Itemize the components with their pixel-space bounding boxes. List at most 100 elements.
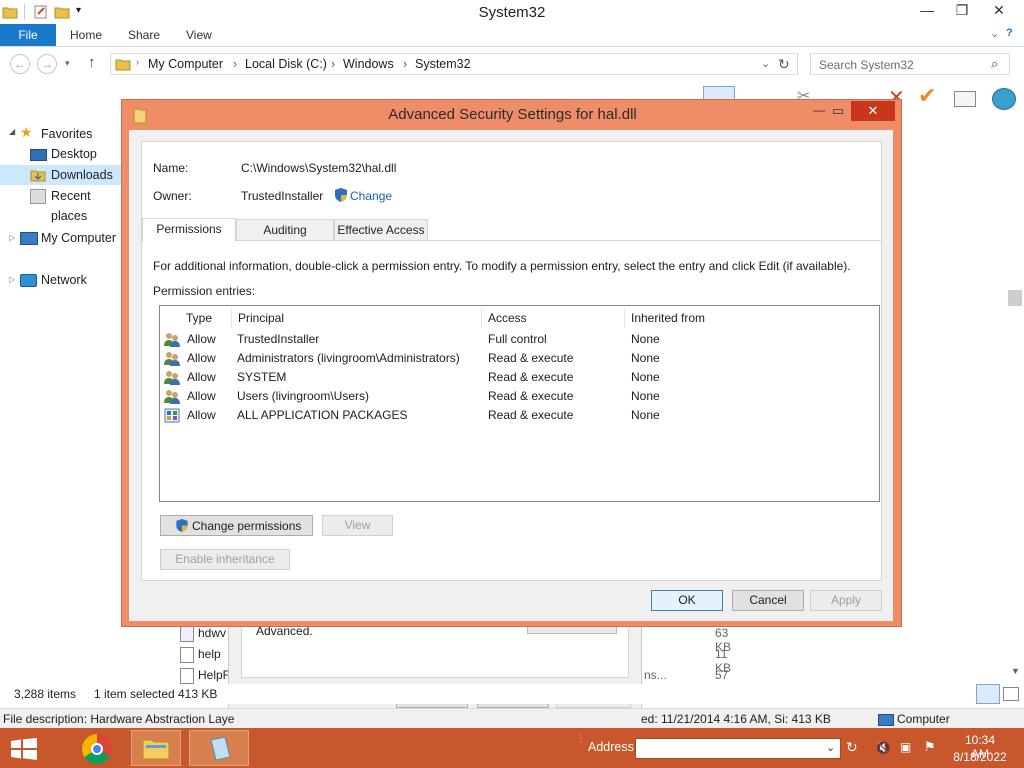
scrollbar-thumb[interactable]	[1008, 290, 1022, 306]
minimize-button[interactable]: —	[910, 0, 944, 22]
nav-downloads-label: Downloads	[51, 168, 113, 182]
row-type: Allow	[187, 332, 216, 346]
dialog-maximize-button[interactable]: ▭	[824, 100, 852, 122]
security-panel: Name: C:\Windows\System32\hal.dll Owner:…	[141, 141, 882, 581]
ok-button[interactable]: OK	[651, 590, 723, 611]
row-principal: ALL APPLICATION PACKAGES	[237, 408, 408, 422]
checkmark-icon[interactable]: ✔	[918, 83, 936, 109]
address-dropdown-icon[interactable]: ⌄	[761, 57, 770, 70]
cancel-button[interactable]: Cancel	[732, 590, 804, 611]
properties-panel: Advanced.	[241, 624, 629, 678]
users-icon	[164, 352, 180, 366]
tab-permissions[interactable]: Permissions	[142, 218, 236, 242]
nav-network[interactable]: ▷ Network	[0, 270, 122, 290]
action-center-flag-icon[interactable]: ⚑	[924, 739, 936, 755]
table-row[interactable]: Allow Users (livingroom\Users) Read & ex…	[161, 387, 878, 406]
status-item-count: 3,288 items	[14, 687, 77, 701]
tab-divider	[236, 240, 881, 241]
back-button[interactable]: ←	[10, 54, 30, 74]
row-inherited: None	[631, 332, 660, 346]
tab-auditing[interactable]: Auditing	[236, 219, 334, 241]
tab-home[interactable]: Home	[70, 24, 102, 46]
network-tray-icon[interactable]: ▣	[900, 740, 911, 754]
enable-inheritance-button[interactable]: Enable inheritance	[160, 549, 290, 570]
file-icon	[180, 647, 194, 663]
breadcrumb-windows[interactable]: Windows	[343, 57, 394, 71]
status-size: 413 KB	[178, 687, 218, 701]
expand-arrow-icon[interactable]: ▷	[9, 228, 15, 248]
table-row[interactable]: Allow TrustedInstaller Full control None	[161, 330, 878, 349]
scroll-down-arrow-icon[interactable]: ▼	[1011, 666, 1020, 676]
forward-button[interactable]: →	[37, 54, 57, 74]
ribbon-expand-icon[interactable]: ⌄	[990, 27, 999, 40]
row-access: Read & execute	[488, 389, 574, 403]
change-owner-link[interactable]: Change	[350, 189, 392, 203]
nav-favorites[interactable]: Favorites	[41, 127, 92, 141]
collapse-arrow-icon[interactable]: ◢	[9, 127, 15, 136]
package-icon	[164, 408, 180, 423]
dialog-client-area: Name: C:\Windows\System32\hal.dll Owner:…	[129, 130, 893, 621]
up-arrow-icon[interactable]: ↑	[88, 54, 96, 71]
row-access: Read & execute	[488, 370, 574, 384]
column-type[interactable]: Type	[180, 308, 232, 328]
search-placeholder: Search System32	[819, 58, 914, 72]
globe-icon[interactable]	[992, 88, 1016, 110]
volume-muted-icon[interactable]: 🔇	[875, 740, 891, 756]
close-button[interactable]: ✕	[982, 0, 1016, 22]
nav-desktop[interactable]: Desktop	[0, 144, 122, 164]
window-title: System32	[478, 4, 546, 21]
tab-file[interactable]: File	[0, 24, 56, 46]
row-type: Allow	[187, 351, 216, 365]
address-dropdown-icon[interactable]: ⌄	[826, 741, 835, 754]
details-view-icon[interactable]	[976, 684, 1000, 704]
table-row[interactable]: Allow Administrators (livingroom\Adminis…	[161, 349, 878, 368]
advanced-security-dialog: Advanced Security Settings for hal.dll —…	[121, 99, 902, 627]
nav-downloads[interactable]: Downloads	[0, 165, 122, 185]
tab-effective-access[interactable]: Effective Access	[334, 219, 428, 241]
column-access[interactable]: Access	[482, 308, 625, 328]
breadcrumb-system32[interactable]: System32	[415, 57, 471, 71]
address-bar[interactable]: › My Computer › Local Disk (C:) › Window…	[110, 53, 798, 75]
row-access: Read & execute	[488, 408, 574, 422]
view-button[interactable]: View	[322, 515, 393, 536]
row-access: Full control	[488, 332, 547, 346]
taskbar-address-input[interactable]: ⌄	[635, 738, 841, 759]
file-type-fragment: ns...	[644, 668, 667, 682]
permission-entries-list[interactable]: Type Principal Access Inherited from All…	[159, 305, 880, 502]
chrome-icon[interactable]	[82, 734, 112, 764]
taskbar-notepad-button[interactable]	[189, 730, 249, 766]
refresh-icon[interactable]: ↻	[778, 56, 790, 73]
clock-date[interactable]: 8/18/2022	[952, 750, 1008, 764]
breadcrumb-my-computer[interactable]: My Computer	[148, 57, 223, 71]
ribbon-tabs: File Home Share View ⌄ ?	[0, 24, 1024, 47]
search-input[interactable]: Search System32 ⌕	[810, 53, 1010, 75]
tab-share[interactable]: Share	[128, 24, 160, 46]
table-row[interactable]: Allow ALL APPLICATION PACKAGES Read & ex…	[161, 406, 878, 425]
search-icon[interactable]: ⌕	[991, 56, 998, 72]
column-inherited-from[interactable]: Inherited from	[625, 308, 879, 328]
rename-icon[interactable]	[954, 91, 976, 107]
tab-view[interactable]: View	[186, 24, 212, 46]
help-icon[interactable]: ?	[1006, 27, 1013, 39]
recent-locations-icon[interactable]: ▾	[65, 58, 70, 69]
file-description: File description: Hardware Abstraction L…	[3, 712, 235, 726]
nav-my-computer[interactable]: ▷ My Computer	[0, 228, 122, 248]
uac-shield-icon	[176, 518, 188, 533]
folder-icon	[115, 59, 131, 71]
large-icons-view-icon[interactable]	[1003, 687, 1019, 701]
file-icon	[180, 626, 194, 642]
change-permissions-button[interactable]: Change permissions	[160, 515, 313, 536]
windows-start-icon[interactable]	[11, 738, 37, 760]
dialog-close-button[interactable]: ✕	[851, 101, 895, 121]
taskbar-explorer-button[interactable]	[131, 730, 181, 766]
advanced-button[interactable]	[527, 627, 617, 634]
expand-arrow-icon[interactable]: ▷	[9, 270, 15, 290]
maximize-button[interactable]: ❐	[945, 0, 979, 22]
refresh-icon[interactable]: ↻	[846, 739, 858, 756]
table-row[interactable]: Allow SYSTEM Read & execute None	[161, 368, 878, 387]
column-principal[interactable]: Principal	[232, 308, 482, 328]
nav-recent-places[interactable]: Recent places	[0, 186, 122, 223]
apply-button[interactable]: Apply	[810, 590, 882, 611]
breadcrumb-local-disk[interactable]: Local Disk (C:)	[245, 57, 327, 71]
nav-network-label: Network	[41, 273, 87, 287]
